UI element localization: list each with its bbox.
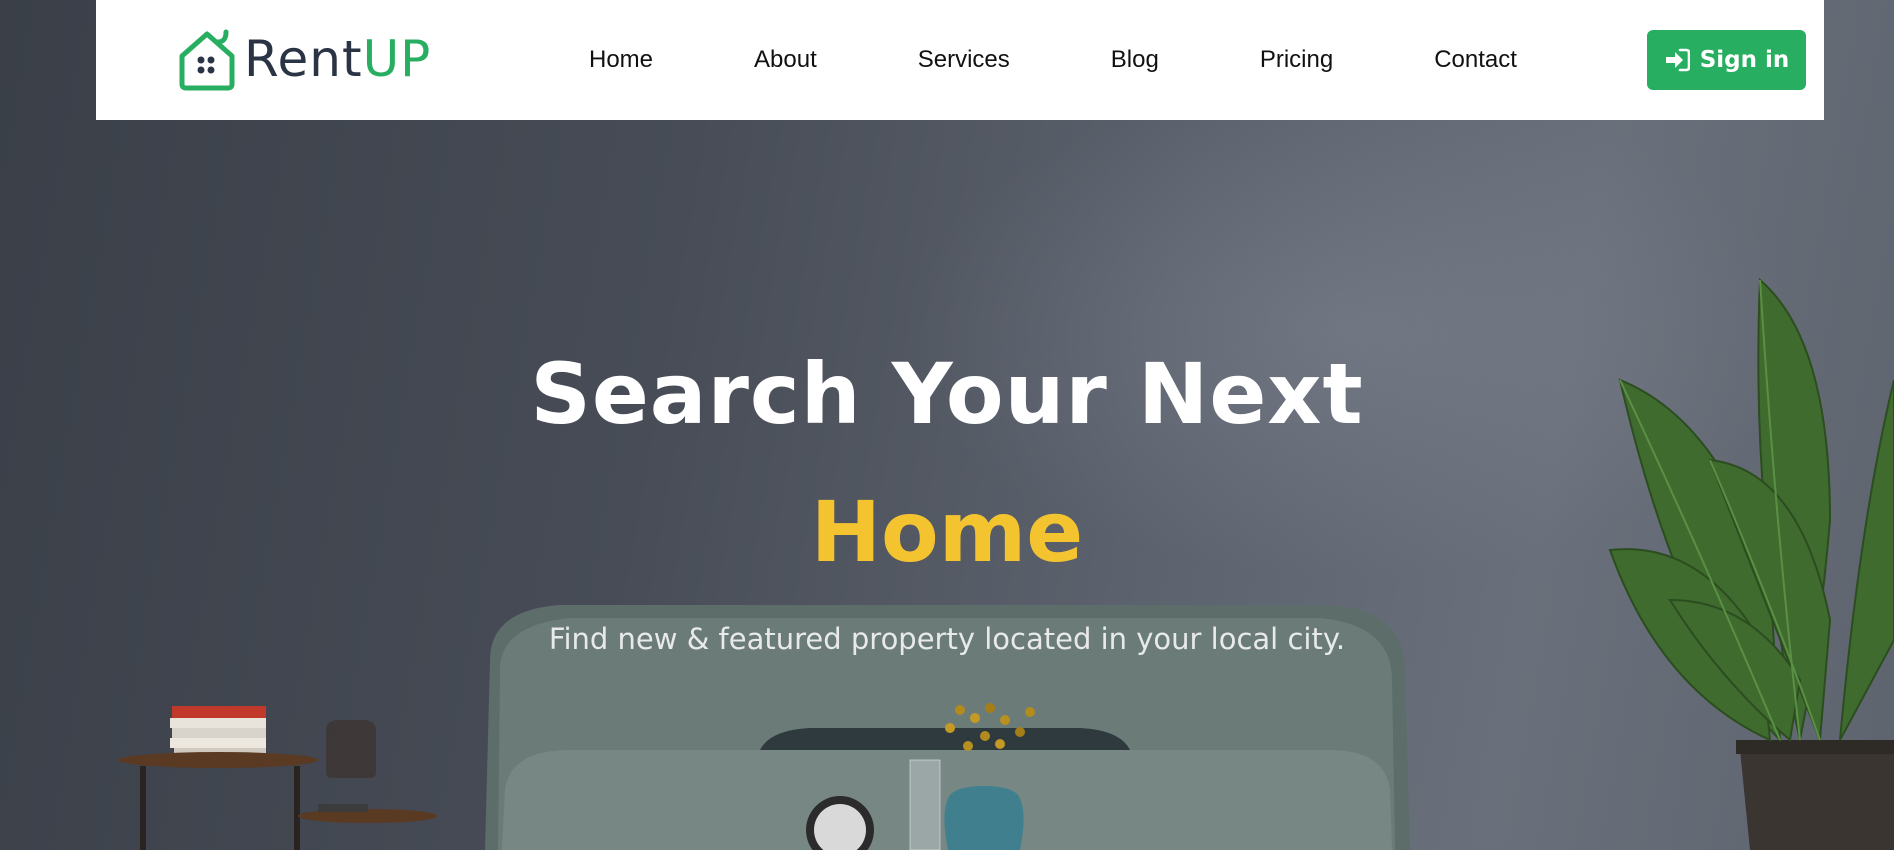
- nav-item-contact[interactable]: Contact: [1434, 46, 1517, 74]
- nav-item-services[interactable]: Services: [918, 46, 1010, 74]
- vase-clock-decoration: [806, 703, 1035, 850]
- nav-item-about[interactable]: About: [754, 46, 817, 74]
- nav-item-home[interactable]: Home: [589, 46, 653, 74]
- nav-item-blog[interactable]: Blog: [1111, 46, 1159, 74]
- sign-in-button[interactable]: Sign in: [1647, 30, 1806, 90]
- brand-name-part1: Rent: [244, 30, 363, 88]
- house-logo-icon: [179, 29, 235, 91]
- hero-title-line2: Home: [810, 483, 1084, 581]
- brand-logo[interactable]: RentUP: [174, 26, 431, 92]
- nav-item-pricing[interactable]: Pricing: [1260, 46, 1333, 74]
- sign-in-icon: [1665, 48, 1690, 72]
- hero-subtitle: Find new & featured property located in …: [548, 622, 1346, 656]
- top-navbar: RentUP Home About Services Blog Pricing …: [96, 0, 1824, 120]
- sign-in-label: Sign in: [1699, 47, 1790, 73]
- side-table-decoration: [118, 706, 438, 850]
- brand-name-part2: UP: [362, 30, 432, 88]
- brand-name: RentUP: [244, 26, 431, 92]
- nav-menu: Home About Services Blog Pricing Contact: [589, 0, 1517, 120]
- hero-title-line1: Search Your Next: [530, 345, 1364, 443]
